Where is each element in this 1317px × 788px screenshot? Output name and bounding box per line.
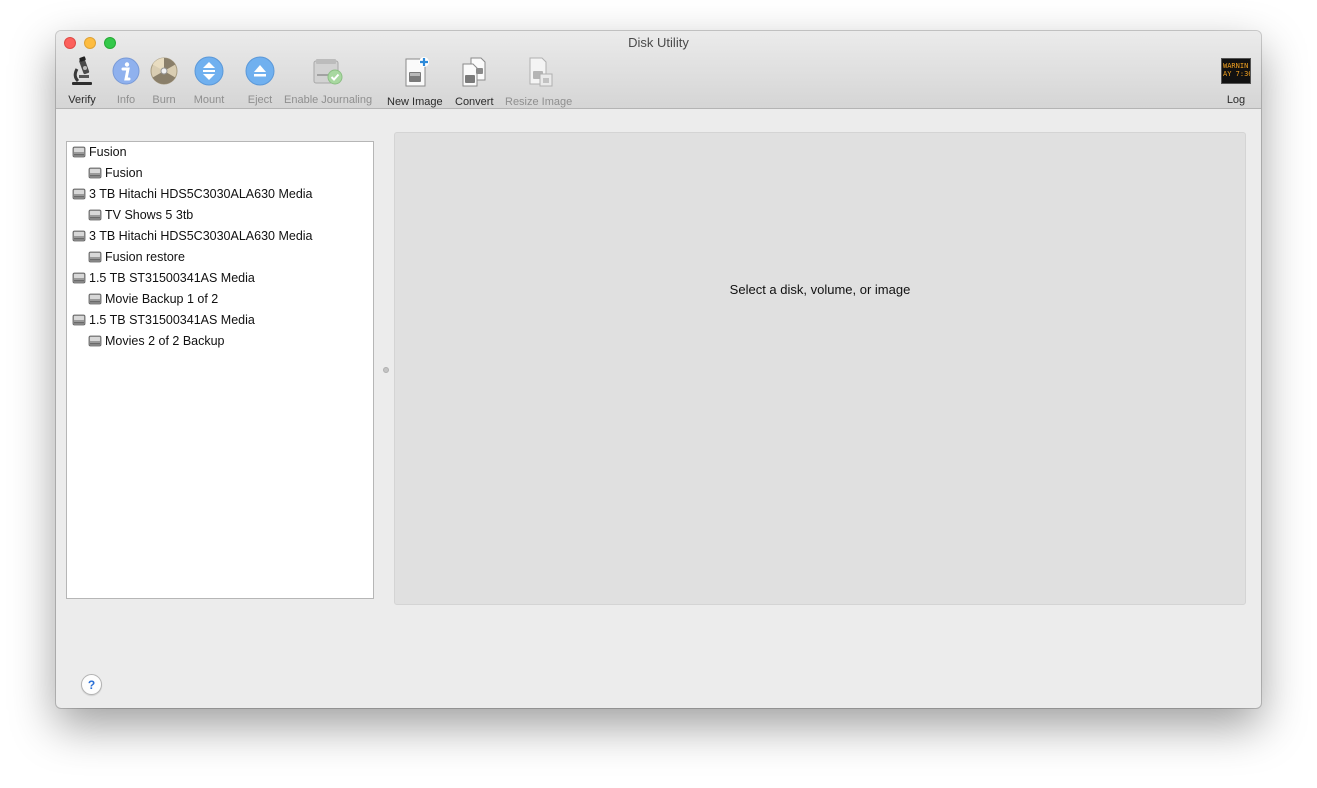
resize-image-button[interactable]: Resize Image bbox=[505, 56, 573, 108]
enable-journaling-label: Enable Journaling bbox=[284, 94, 373, 106]
log-button[interactable]: WARNIN AY 7:36 Log bbox=[1220, 56, 1252, 106]
row-label: Movie Backup 1 of 2 bbox=[105, 292, 219, 306]
disk-row[interactable]: 3 TB Hitachi HDS5C3030ALA630 Media bbox=[72, 184, 313, 204]
row-label: Fusion bbox=[89, 145, 127, 159]
verify-label: Verify bbox=[68, 94, 96, 106]
volume-icon bbox=[88, 292, 102, 306]
log-icon-wrapper: WARNIN AY 7:36 bbox=[1220, 56, 1252, 86]
hard-drive-icon bbox=[72, 145, 86, 159]
info-button[interactable]: Info bbox=[110, 56, 142, 106]
empty-selection-message: Select a disk, volume, or image bbox=[729, 282, 911, 297]
help-button[interactable]: ? bbox=[81, 674, 102, 695]
microscope-icon bbox=[66, 56, 98, 86]
volume-icon bbox=[88, 334, 102, 348]
title-bar: Disk Utility Verify Info Burn Mount Ejec… bbox=[56, 31, 1261, 109]
eject-label: Eject bbox=[247, 94, 273, 106]
volume-row[interactable]: Movie Backup 1 of 2 bbox=[88, 289, 218, 309]
volume-icon bbox=[88, 208, 102, 222]
verify-button[interactable]: Verify bbox=[66, 56, 98, 106]
mount-arrows-icon bbox=[193, 56, 225, 86]
hard-drive-icon bbox=[72, 229, 86, 243]
volume-row[interactable]: TV Shows 5 3tb bbox=[88, 205, 193, 225]
row-label: Fusion restore bbox=[105, 250, 185, 264]
volume-icon bbox=[88, 166, 102, 180]
detail-pane: Select a disk, volume, or image bbox=[394, 132, 1246, 605]
row-label: 3 TB Hitachi HDS5C3030ALA630 Media bbox=[89, 187, 313, 201]
eject-icon bbox=[244, 56, 276, 86]
row-label: Fusion bbox=[105, 166, 143, 180]
mount-button[interactable]: Mount bbox=[193, 56, 225, 106]
split-view-divider-handle[interactable] bbox=[383, 367, 389, 373]
log-icon-line-2: AY 7:36 bbox=[1223, 70, 1251, 78]
volume-icon bbox=[88, 250, 102, 264]
radiation-disc-icon bbox=[148, 56, 180, 86]
mount-label: Mount bbox=[193, 94, 225, 106]
volume-row[interactable]: Movies 2 of 2 Backup bbox=[88, 331, 225, 351]
log-label: Log bbox=[1226, 94, 1246, 106]
log-icon-line-1: WARNIN bbox=[1223, 62, 1249, 70]
burn-button[interactable]: Burn bbox=[148, 56, 180, 106]
new-image-label: New Image bbox=[387, 96, 443, 108]
hard-drive-icon bbox=[72, 313, 86, 327]
disk-utility-window: Disk Utility Verify Info Burn Mount Ejec… bbox=[56, 31, 1261, 708]
window-title: Disk Utility bbox=[628, 35, 689, 50]
disk-list[interactable]: Fusion Fusion 3 TB Hitachi HDS5C3030ALA630… bbox=[66, 141, 374, 599]
volume-row[interactable]: Fusion bbox=[88, 163, 143, 183]
disk-check-icon bbox=[312, 56, 344, 86]
row-label: Movies 2 of 2 Backup bbox=[105, 334, 225, 348]
convert-label: Convert bbox=[455, 96, 494, 108]
row-label: 3 TB Hitachi HDS5C3030ALA630 Media bbox=[89, 229, 313, 243]
row-label: TV Shows 5 3tb bbox=[105, 208, 194, 222]
resize-image-icon bbox=[523, 56, 555, 88]
convert-button[interactable]: Convert bbox=[455, 56, 494, 108]
new-image-icon bbox=[399, 56, 431, 88]
convert-icon bbox=[458, 56, 490, 88]
hard-drive-icon bbox=[72, 271, 86, 285]
disk-row[interactable]: 1.5 TB ST31500341AS Media bbox=[72, 310, 255, 330]
disk-row[interactable]: 1.5 TB ST31500341AS Media bbox=[72, 268, 255, 288]
hard-drive-icon bbox=[72, 187, 86, 201]
burn-label: Burn bbox=[152, 94, 176, 106]
disk-row[interactable]: 3 TB Hitachi HDS5C3030ALA630 Media bbox=[72, 226, 313, 246]
enable-journaling-button[interactable]: Enable Journaling bbox=[284, 56, 372, 106]
info-label: Info bbox=[116, 94, 136, 106]
row-label: 1.5 TB ST31500341AS Media bbox=[89, 271, 255, 285]
eject-button[interactable]: Eject bbox=[244, 56, 276, 106]
new-image-button[interactable]: New Image bbox=[387, 56, 443, 108]
volume-row[interactable]: Fusion restore bbox=[88, 247, 185, 267]
disk-row[interactable]: Fusion bbox=[72, 142, 127, 162]
row-label: 1.5 TB ST31500341AS Media bbox=[89, 313, 255, 327]
info-icon bbox=[110, 56, 142, 86]
resize-image-label: Resize Image bbox=[505, 96, 573, 108]
log-icon: WARNIN AY 7:36 bbox=[1221, 58, 1251, 84]
